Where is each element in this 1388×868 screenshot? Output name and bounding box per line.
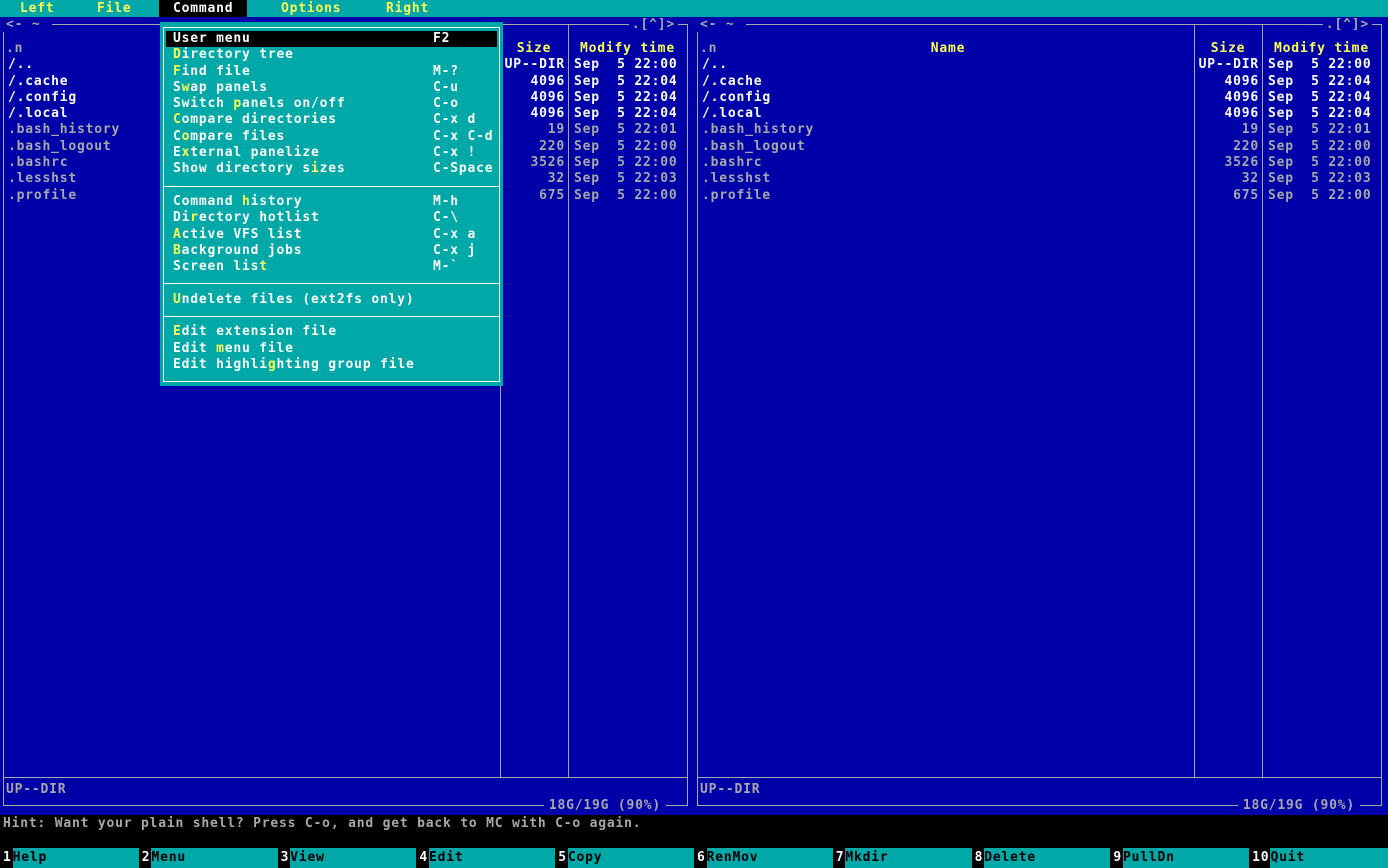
column-header-mtime[interactable]: Modify time [568, 41, 687, 57]
menu-item-screen-list[interactable]: Screen listM-` [166, 259, 497, 275]
menubar-item-file[interactable]: File [97, 0, 132, 17]
fkey-2-menu[interactable]: 2Menu [139, 848, 278, 868]
menu-separator [166, 275, 497, 291]
function-key-bar: 1Help 2Menu 3View 4Edit 5Copy 6RenMov 7M… [0, 848, 1388, 868]
fkey-5-copy[interactable]: 5Copy [555, 848, 694, 868]
panel-updir-button[interactable]: .[^]> [629, 17, 678, 32]
menu-bar: Left File Command Options Right [0, 0, 1388, 17]
menu-separator [166, 308, 497, 324]
file-row[interactable]: /.cache4096Sep 5 22:04 [698, 74, 1381, 90]
fkey-1-help[interactable]: 1Help [0, 848, 139, 868]
menu-item-command-history[interactable]: Command historyM-h [166, 194, 497, 210]
menu-item-active-vfs-list[interactable]: Active VFS listC-x a [166, 227, 497, 243]
menubar-item-command[interactable]: Command [159, 0, 247, 17]
file-row[interactable]: .profile675Sep 5 22:00 [698, 188, 1381, 204]
column-header-size[interactable]: Size [500, 41, 568, 57]
menu-item-compare-directories[interactable]: Compare directoriesC-x d [166, 112, 497, 128]
column-header-mtime[interactable]: Modify time [1262, 41, 1381, 57]
file-list: .nName Size Modify time /..UP--DIRSep 5 … [698, 41, 1381, 204]
panel-header-row: .nName Size Modify time [698, 41, 1381, 57]
sort-indicator: .n [6, 41, 23, 57]
fkey-3-view[interactable]: 3View [278, 848, 417, 868]
menu-item-directory-hotlist[interactable]: Directory hotlistC-\ [166, 210, 497, 226]
ministatus-separator [4, 777, 687, 778]
column-header-name[interactable]: .nName [698, 41, 1194, 57]
fkey-10-quit[interactable]: 10Quit [1249, 848, 1388, 868]
menubar-item-right[interactable]: Right [386, 0, 429, 17]
disk-usage: 18G/19G (90%) [1238, 798, 1360, 814]
fkey-4-edit[interactable]: 4Edit [416, 848, 555, 868]
menu-item-undelete-files[interactable]: Undelete files (ext2fs only) [166, 292, 497, 308]
panel-updir-button[interactable]: .[^]> [1323, 17, 1372, 32]
file-row[interactable]: .bash_logout220Sep 5 22:00 [698, 139, 1381, 155]
menu-item-background-jobs[interactable]: Background jobsC-x j [166, 243, 497, 259]
hint-line: Hint: Want your plain shell? Press C-o, … [0, 815, 1388, 832]
panel-path-label[interactable]: <- ~ [3, 17, 52, 32]
file-row[interactable]: /.config4096Sep 5 22:04 [698, 90, 1381, 106]
fkey-7-mkdir[interactable]: 7Mkdir [833, 848, 972, 868]
file-row[interactable]: .lesshst32Sep 5 22:03 [698, 171, 1381, 187]
ministatus-separator [698, 777, 1381, 778]
sort-indicator: .n [700, 41, 717, 57]
fkey-6-renmov[interactable]: 6RenMov [694, 848, 833, 868]
menu-item-edit-highlighting-group-file[interactable]: Edit highlighting group file [166, 357, 497, 373]
right-panel: <- ~ .[^]> .nName Size Modify time /..UP… [694, 17, 1388, 815]
menu-item-edit-menu-file[interactable]: Edit menu file [166, 341, 497, 357]
menu-item-edit-extension-file[interactable]: Edit extension file [166, 324, 497, 340]
menu-item-compare-files[interactable]: Compare filesC-x C-d [166, 129, 497, 145]
menu-separator [166, 178, 497, 194]
menubar-item-left[interactable]: Left [20, 0, 55, 17]
command-menu-dropdown: User menuF2 Directory tree Find fileM-? … [160, 22, 503, 386]
menubar-item-options[interactable]: Options [281, 0, 341, 17]
fkey-8-delete[interactable]: 8Delete [972, 848, 1111, 868]
file-row[interactable]: /..UP--DIRSep 5 22:00 [698, 57, 1381, 73]
file-row[interactable]: .bashrc3526Sep 5 22:00 [698, 155, 1381, 171]
panel-path-label[interactable]: <- ~ [697, 17, 746, 32]
column-header-size[interactable]: Size [1194, 41, 1262, 57]
menu-item-swap-panels[interactable]: Swap panelsC-u [166, 80, 497, 96]
menu-item-switch-panels[interactable]: Switch panels on/offC-o [166, 96, 497, 112]
menu-item-directory-tree[interactable]: Directory tree [166, 47, 497, 63]
fkey-9-pulldn[interactable]: 9PullDn [1110, 848, 1249, 868]
menu-item-show-directory-sizes[interactable]: Show directory sizesC-Space [166, 161, 497, 177]
shell-prompt[interactable]: midnight@commander:~$ [0, 832, 1388, 848]
disk-usage: 18G/19G (90%) [544, 798, 666, 814]
menu-item-external-panelize[interactable]: External panelizeC-x ! [166, 145, 497, 161]
menu-item-user-menu[interactable]: User menuF2 [166, 31, 497, 47]
file-row[interactable]: /.local4096Sep 5 22:04 [698, 106, 1381, 122]
ministatus: UP--DIR [6, 782, 66, 797]
ministatus: UP--DIR [700, 782, 760, 797]
menu-item-find-file[interactable]: Find fileM-? [166, 64, 497, 80]
file-row[interactable]: .bash_history19Sep 5 22:01 [698, 122, 1381, 138]
